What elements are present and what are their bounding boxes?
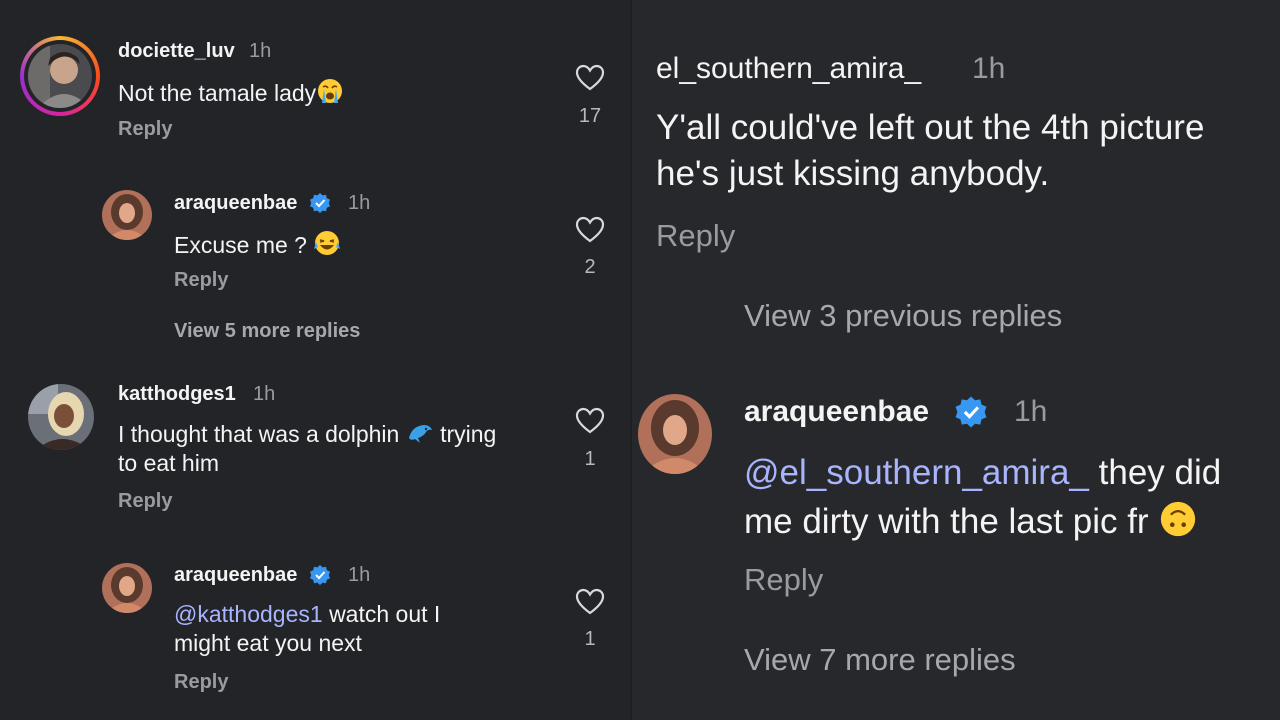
upside-down-face-emoji-icon xyxy=(1161,501,1196,537)
timestamp: 1h xyxy=(249,40,272,62)
like-heart-icon[interactable] xyxy=(575,64,605,92)
comment-text: Y'all could've left out the 4th picture xyxy=(656,108,1205,147)
comments-panel-right: el_southern_amira_ 1h Y'all could've lef… xyxy=(632,0,1280,720)
verified-badge-icon xyxy=(955,396,987,428)
mention-link[interactable]: @el_southern_amira_ xyxy=(744,453,1089,492)
dolphin-emoji-icon xyxy=(408,425,432,443)
timestamp: 1h xyxy=(1014,395,1048,428)
reply-button[interactable]: Reply xyxy=(118,118,172,141)
comment-text-line2: to eat him xyxy=(118,450,219,476)
like-heart-icon[interactable] xyxy=(575,216,605,244)
comment-text: Excuse me ? xyxy=(174,229,341,259)
username[interactable]: araqueenbae xyxy=(174,192,297,215)
avatar xyxy=(28,44,92,108)
mention-link[interactable]: @katthodges1 xyxy=(174,601,323,627)
avatar[interactable] xyxy=(102,563,152,613)
username[interactable]: el_southern_amira_ xyxy=(656,52,921,86)
timestamp: 1h xyxy=(348,564,371,586)
comment-text-line2: me dirty with the last pic fr xyxy=(744,499,1198,542)
view-more-replies-button[interactable]: View 5 more replies xyxy=(174,320,360,343)
avatar[interactable] xyxy=(102,190,152,240)
like-heart-icon[interactable] xyxy=(575,407,605,435)
reply-button[interactable]: Reply xyxy=(174,269,228,292)
avatar[interactable] xyxy=(28,384,94,450)
timestamp: 1h xyxy=(253,383,276,405)
story-ring[interactable] xyxy=(20,36,100,116)
crying-emoji-icon xyxy=(318,79,343,103)
avatar[interactable] xyxy=(638,394,712,474)
comment-text-line2: might eat you next xyxy=(174,630,362,656)
username[interactable]: dociette_luv xyxy=(118,40,235,63)
like-heart-icon[interactable] xyxy=(575,588,605,616)
username[interactable]: katthodges1 xyxy=(118,383,236,406)
comments-panel-left: dociette_luv 1h Not the tamale lady Repl… xyxy=(0,0,632,720)
like-count: 1 xyxy=(584,448,596,470)
timestamp: 1h xyxy=(348,192,371,214)
reply-button[interactable]: Reply xyxy=(656,218,735,254)
comment-text: @katthodges1 watch out I xyxy=(174,601,441,627)
username[interactable]: araqueenbae xyxy=(174,564,297,587)
reply-button[interactable]: Reply xyxy=(174,671,228,694)
comment-text-line2: he's just kissing anybody. xyxy=(656,154,1050,193)
view-previous-replies-button[interactable]: View 3 previous replies xyxy=(744,298,1062,334)
timestamp: 1h xyxy=(972,52,1006,85)
comment-text: Not the tamale lady xyxy=(118,77,344,107)
comment-text: @el_southern_amira_ they did xyxy=(744,453,1222,492)
like-count: 17 xyxy=(578,105,602,127)
reply-button[interactable]: Reply xyxy=(744,562,823,598)
like-count: 2 xyxy=(584,256,596,278)
view-more-replies-button[interactable]: View 7 more replies xyxy=(744,642,1016,678)
verified-badge-icon xyxy=(310,565,330,585)
username[interactable]: araqueenbae xyxy=(744,395,929,429)
comment-text: I thought that was a dolphin trying xyxy=(118,421,497,447)
laughing-emoji-icon xyxy=(314,231,341,255)
like-count: 1 xyxy=(584,628,596,650)
verified-badge-icon xyxy=(310,193,330,213)
reply-button[interactable]: Reply xyxy=(118,490,172,513)
